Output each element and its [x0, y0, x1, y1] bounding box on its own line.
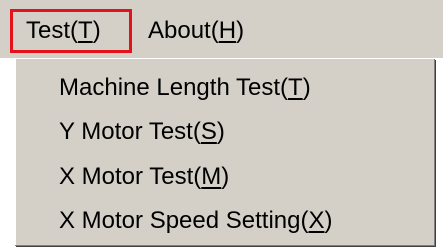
- menu-item-x-motor-speed-setting-suffix: ): [324, 207, 333, 234]
- menu-test-mnemonic: T: [78, 17, 93, 44]
- menu-test-suffix: ): [92, 17, 101, 44]
- menu-test-label: Test(: [26, 17, 79, 44]
- menu-item-y-motor-test-suffix: ): [216, 118, 225, 145]
- menu-item-x-motor-test-suffix: ): [221, 163, 230, 190]
- menu-about[interactable]: About(H): [148, 9, 288, 53]
- menu-item-machine-length-test-suffix: ): [302, 74, 311, 101]
- menu-about-label: About(: [148, 17, 219, 44]
- menu-item-x-motor-test[interactable]: X Motor Test(M): [59, 160, 229, 194]
- menu-item-x-motor-test-mnemonic: M: [201, 163, 222, 190]
- menu-item-y-motor-test[interactable]: Y Motor Test(S): [59, 115, 225, 149]
- menu-item-x-motor-test-label: X Motor Test(: [59, 163, 202, 190]
- menu-item-machine-length-test-mnemonic: T: [288, 74, 303, 101]
- menu-item-x-motor-speed-setting-mnemonic: X: [308, 207, 325, 234]
- app-window: Test(T) About(H) Machine Length Test(T) …: [0, 0, 443, 248]
- menu-item-x-motor-speed-setting-label: X Motor Speed Setting(: [59, 207, 309, 234]
- test-dropdown-menu: Machine Length Test(T) Y Motor Test(S) X…: [14, 58, 434, 245]
- menu-item-y-motor-test-mnemonic: S: [200, 118, 217, 145]
- menu-about-suffix: ): [236, 17, 245, 44]
- menu-item-machine-length-test[interactable]: Machine Length Test(T): [59, 71, 311, 105]
- menu-item-y-motor-test-label: Y Motor Test(: [59, 118, 201, 145]
- menu-item-x-motor-speed-setting[interactable]: X Motor Speed Setting(X): [59, 204, 332, 238]
- menu-item-machine-length-test-label: Machine Length Test(: [59, 74, 289, 101]
- menu-test[interactable]: Test(T): [10, 9, 132, 53]
- menu-bar: Test(T) About(H): [0, 0, 443, 58]
- menu-about-mnemonic: H: [218, 17, 237, 44]
